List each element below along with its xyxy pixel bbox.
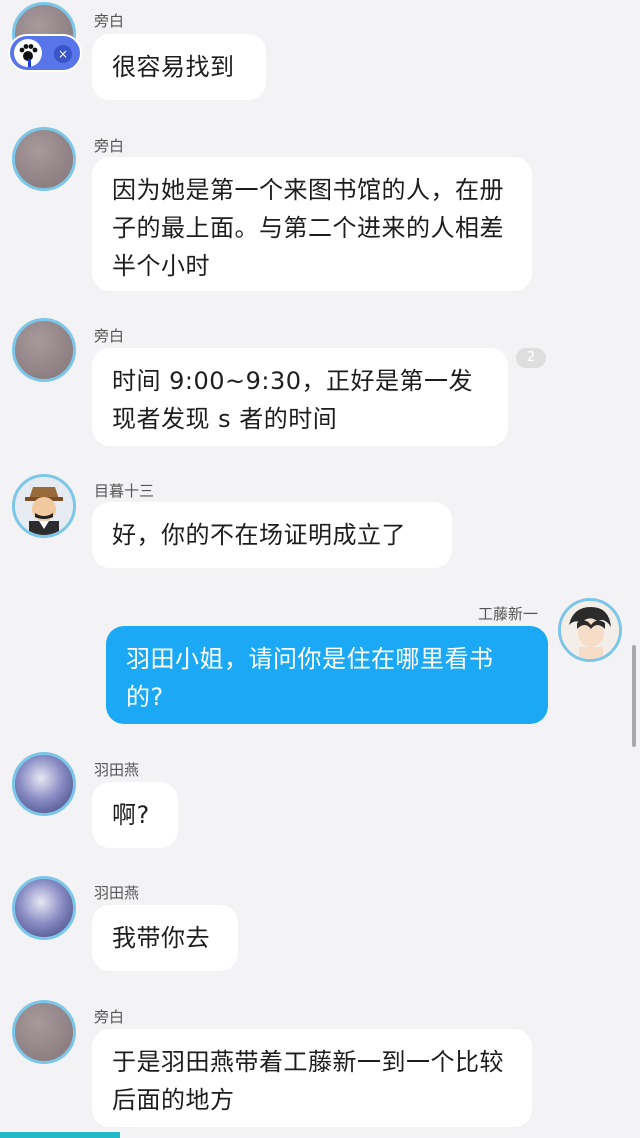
message-bubble[interactable]: 我带你去: [92, 905, 238, 971]
sender-name: 旁白: [94, 12, 125, 30]
scrollbar[interactable]: [632, 645, 636, 747]
sender-name: 工藤新一: [478, 605, 539, 623]
sender-name: 羽田燕: [94, 761, 140, 779]
message-bubble[interactable]: 于是羽田燕带着工藤新一到一个比较后面的地方: [92, 1029, 532, 1127]
narrator-avatar[interactable]: [12, 1000, 76, 1064]
reaction-count-badge[interactable]: 2: [516, 348, 546, 368]
haneda-avatar[interactable]: [12, 752, 76, 816]
sender-name: 羽田燕: [94, 884, 140, 902]
narrator-avatar[interactable]: [12, 318, 76, 382]
sender-name: 目暮十三: [94, 482, 155, 500]
progress-bar: [0, 1132, 120, 1138]
haneda-avatar[interactable]: [12, 876, 76, 940]
sender-name: 旁白: [94, 1008, 125, 1026]
self-avatar[interactable]: [558, 598, 622, 662]
message-bubble[interactable]: 时间 9:00~9:30，正好是第一发现者发现 s 者的时间: [92, 348, 508, 446]
message-bubble[interactable]: 啊?: [92, 782, 178, 848]
close-icon[interactable]: ×: [54, 45, 72, 63]
floating-mini-player[interactable]: ×: [8, 34, 82, 72]
narrator-avatar[interactable]: [12, 127, 76, 191]
message-bubble[interactable]: 好，你的不在场证明成立了: [92, 502, 452, 568]
sender-name: 旁白: [94, 137, 125, 155]
message-bubble[interactable]: 因为她是第一个来图书馆的人，在册子的最上面。与第二个进来的人相差半个小时: [92, 157, 532, 291]
message-bubble[interactable]: 羽田小姐，请问你是住在哪里看书的?: [106, 626, 548, 724]
inspector-avatar[interactable]: [12, 474, 76, 538]
message-bubble[interactable]: 很容易找到: [92, 34, 266, 100]
sender-name: 旁白: [94, 327, 125, 345]
paw-icon: [14, 39, 42, 67]
